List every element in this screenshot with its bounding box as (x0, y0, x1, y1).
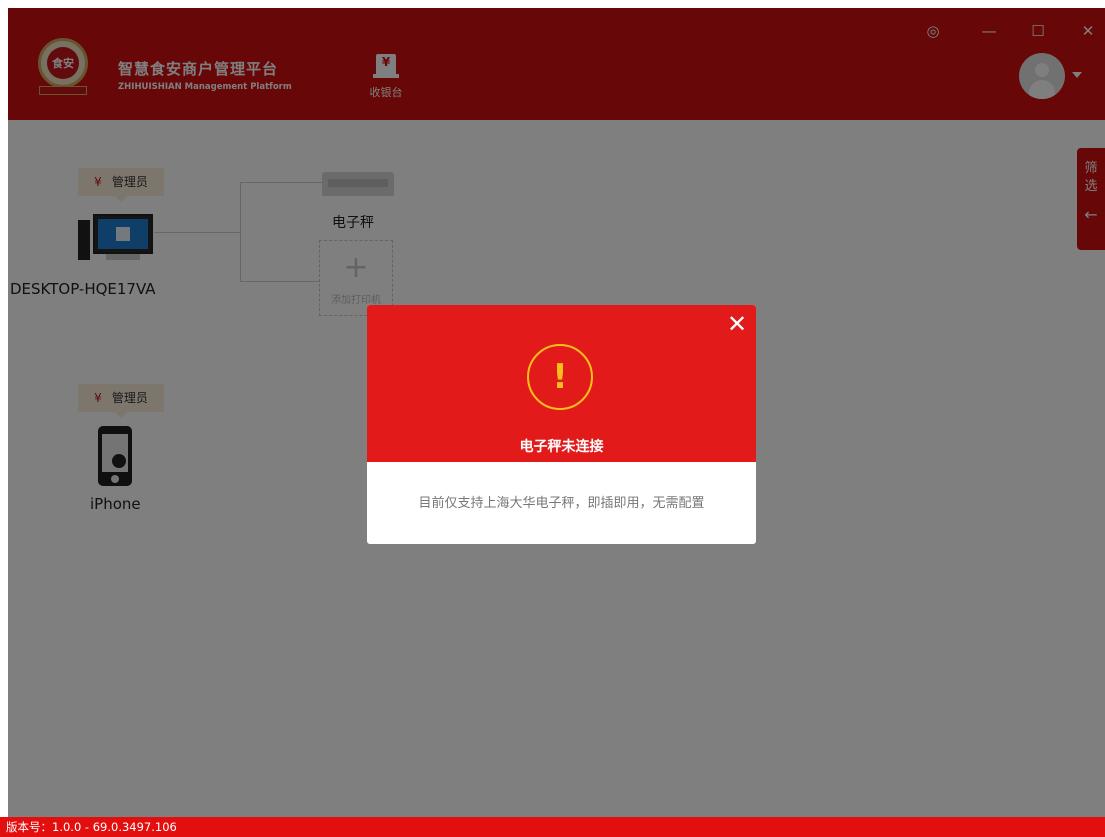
dialog-message: 目前仅支持上海大华电子秤，即插即用，无需配置 (418, 496, 705, 511)
version-status-bar: 版本号：1.0.0 - 69.0.3497.106 (0, 817, 1105, 837)
warning-icon: ! (527, 344, 593, 410)
app-window: 食安 智慧食安商户管理平台 ZHIHUISHIAN Management Pla… (0, 0, 1105, 837)
dialog-close-icon[interactable]: ✕ (724, 311, 750, 337)
dialog-title: 电子秤未连接 (519, 439, 604, 455)
scale-not-connected-dialog: ✕ ! 电子秤未连接 目前仅支持上海大华电子秤，即插即用，无需配置 (367, 305, 756, 544)
dialog-header: ✕ ! 电子秤未连接 (367, 305, 756, 462)
